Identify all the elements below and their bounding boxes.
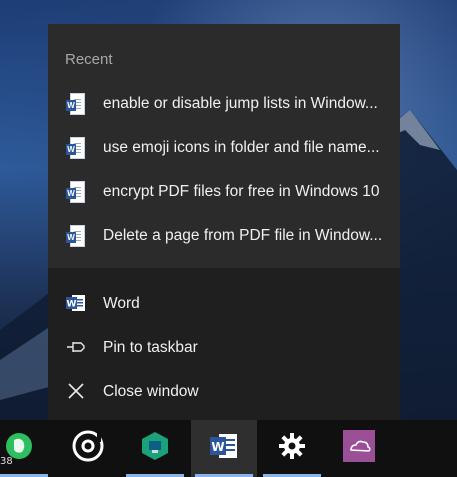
word-document-icon: W bbox=[66, 181, 86, 203]
word-document-icon: W bbox=[66, 225, 86, 247]
word-app-icon: W bbox=[209, 431, 239, 466]
recent-section: Recent W enable or disable jump lists in… bbox=[48, 24, 400, 268]
word-app-icon: W bbox=[66, 293, 86, 315]
tasks-section: W Word Pin to taskbar Close window bbox=[48, 268, 400, 420]
recent-item[interactable]: W encrypt PDF files for free in Windows … bbox=[48, 170, 400, 214]
close-window-button[interactable]: Close window bbox=[48, 370, 400, 414]
network-app-icon bbox=[139, 430, 171, 467]
clock-fragment: 38 bbox=[0, 456, 13, 467]
recent-item[interactable]: W Delete a page from PDF file in Window.… bbox=[48, 214, 400, 258]
jump-list-menu: Recent W enable or disable jump lists in… bbox=[48, 24, 400, 420]
taskbar-onedrive[interactable] bbox=[326, 420, 392, 477]
close-window-label: Close window bbox=[103, 383, 199, 400]
recent-item-label: encrypt PDF files for free in Windows 10 bbox=[103, 183, 380, 200]
recent-item-label: enable or disable jump lists in Window..… bbox=[103, 95, 378, 112]
pin-to-taskbar-label: Pin to taskbar bbox=[103, 339, 198, 356]
recent-item-label: Delete a page from PDF file in Window... bbox=[103, 227, 383, 244]
word-document-icon: W bbox=[66, 93, 86, 115]
gear-icon bbox=[278, 432, 306, 465]
taskbar-settings[interactable] bbox=[259, 420, 325, 477]
task-word-label: Word bbox=[103, 295, 140, 312]
taskbar-groove[interactable] bbox=[55, 420, 121, 477]
svg-text:W: W bbox=[211, 440, 224, 454]
groove-music-icon bbox=[71, 429, 105, 468]
recent-heading: Recent bbox=[65, 51, 113, 68]
onedrive-icon bbox=[343, 430, 375, 467]
recent-item[interactable]: W use emoji icons in folder and file nam… bbox=[48, 126, 400, 170]
taskbar-network-app[interactable] bbox=[122, 420, 188, 477]
svg-text:W: W bbox=[67, 300, 77, 310]
close-icon bbox=[66, 381, 86, 403]
pin-icon bbox=[66, 337, 86, 359]
recent-item[interactable]: W enable or disable jump lists in Window… bbox=[48, 82, 400, 126]
pin-to-taskbar-button[interactable]: Pin to taskbar bbox=[48, 326, 400, 370]
word-document-icon: W bbox=[66, 137, 86, 159]
taskbar-evernote[interactable] bbox=[0, 420, 52, 477]
taskbar-word[interactable]: W bbox=[191, 420, 257, 477]
task-word[interactable]: W Word bbox=[48, 282, 400, 326]
taskbar: W bbox=[0, 420, 457, 477]
recent-item-label: use emoji icons in folder and file name.… bbox=[103, 139, 380, 156]
